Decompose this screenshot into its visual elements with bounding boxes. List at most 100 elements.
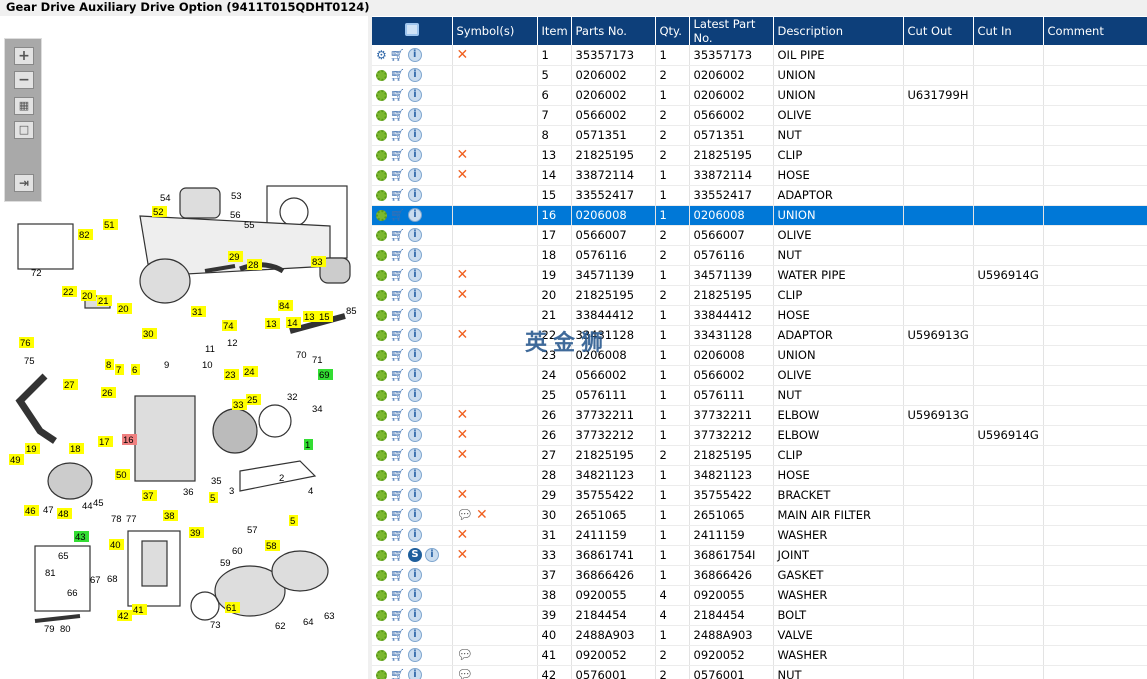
callout-59[interactable]: 59 (220, 558, 231, 569)
callout-66[interactable]: 66 (67, 588, 78, 599)
table-row[interactable]: 🛒︎ i 21 33844412 1 33844412 HOSE (372, 305, 1147, 326)
info-icon[interactable]: i (408, 228, 422, 243)
callout-32[interactable]: 32 (287, 392, 298, 403)
cart-icon[interactable]: 🛒︎ (390, 289, 405, 301)
cart-icon[interactable]: 🛒︎ (390, 589, 405, 601)
callout-7[interactable]: 7 (115, 364, 124, 376)
gear-icon[interactable] (376, 329, 387, 341)
callout-84[interactable]: 84 (278, 300, 293, 312)
callout-20[interactable]: 20 (117, 303, 132, 315)
cart-icon[interactable]: 🛒︎ (390, 629, 405, 641)
callout-20[interactable]: 20 (81, 290, 96, 302)
callout-26[interactable]: 26 (101, 387, 116, 399)
callout-50[interactable]: 50 (115, 469, 130, 481)
table-row[interactable]: 🛒︎ i 6 0206002 1 0206002 UNION U631799H (372, 85, 1147, 106)
table-row[interactable]: 🛒︎ i 23 0206008 1 0206008 UNION (372, 345, 1147, 366)
cart-icon[interactable]: 🛒︎ (390, 129, 405, 141)
callout-31[interactable]: 31 (191, 306, 206, 318)
callout-53[interactable]: 53 (231, 191, 242, 202)
table-row[interactable]: 🛒︎ i 💬︎ 41 0920052 2 0920052 WASHER (372, 645, 1147, 666)
callout-47[interactable]: 47 (43, 505, 54, 516)
callout-67[interactable]: 67 (90, 575, 101, 586)
cart-icon[interactable]: 🛒︎ (390, 369, 405, 381)
info-icon[interactable]: i (408, 328, 422, 343)
callout-4[interactable]: 4 (308, 486, 313, 497)
cart-icon[interactable]: 🛒︎ (390, 229, 405, 241)
callout-13[interactable]: 13 (265, 318, 280, 330)
cart-icon[interactable]: 🛒︎ (390, 209, 405, 221)
callout-28[interactable]: 28 (247, 259, 262, 271)
callout-62[interactable]: 62 (275, 621, 286, 632)
gear-icon[interactable] (376, 509, 387, 521)
column-header[interactable]: Symbol(s) (452, 17, 538, 45)
callout-60[interactable]: 60 (232, 546, 243, 557)
callout-56[interactable]: 56 (230, 210, 241, 221)
callout-5[interactable]: 5 (289, 515, 298, 527)
info-icon[interactable]: i (408, 668, 422, 679)
callout-58[interactable]: 58 (265, 540, 280, 552)
callout-25[interactable]: 25 (246, 394, 261, 406)
callout-68[interactable]: 68 (107, 574, 118, 585)
parts-grid[interactable]: Symbol(s) Item Parts No. Qty. Latest Part No… (372, 17, 1147, 679)
callout-85[interactable]: 85 (346, 306, 357, 317)
info-icon[interactable]: i (408, 308, 422, 323)
info-icon[interactable]: i (408, 368, 422, 383)
gear-icon[interactable] (376, 529, 387, 541)
note-bubble-icon[interactable]: 💬︎ (457, 648, 474, 663)
info-icon[interactable]: i (408, 608, 422, 623)
table-row[interactable]: 🛒︎ i 17 0566007 2 0566007 OLIVE (372, 225, 1147, 246)
column-header[interactable]: Parts No. (571, 17, 656, 45)
info-icon[interactable]: i (408, 428, 422, 443)
cart-icon[interactable]: 🛒︎ (390, 609, 405, 621)
column-header[interactable]: Cut In (973, 17, 1044, 45)
cart-icon[interactable]: 🛒︎ (390, 189, 405, 201)
gear-icon[interactable] (376, 369, 387, 381)
gear-icon[interactable] (376, 209, 387, 221)
info-icon[interactable]: i (408, 508, 422, 523)
table-row[interactable]: 🛒︎ i 25 0576111 1 0576111 NUT (372, 385, 1147, 406)
info-icon[interactable]: i (408, 648, 422, 663)
gear-icon[interactable] (376, 229, 387, 241)
callout-23[interactable]: 23 (224, 369, 239, 381)
info-icon[interactable]: i (425, 548, 439, 563)
table-row[interactable]: 🛒︎ i 💬︎ ✕ 30 2651065 1 2651065 MAIN AIR FILTER (372, 505, 1147, 526)
callout-78[interactable]: 78 (111, 514, 122, 525)
gear-icon[interactable] (376, 109, 387, 121)
gear-icon[interactable] (376, 569, 387, 581)
table-row[interactable]: 🛒︎ i 28 34821123 1 34821123 HOSE (372, 465, 1147, 486)
callout-19[interactable]: 19 (25, 443, 40, 455)
gear-icon[interactable] (376, 649, 387, 661)
info-icon[interactable]: i (408, 568, 422, 583)
search-column-header[interactable] (372, 17, 453, 45)
callout-39[interactable]: 39 (189, 527, 204, 539)
gear-icon[interactable] (376, 69, 387, 81)
cart-icon[interactable]: 🛒︎ (390, 509, 405, 521)
info-icon[interactable]: i (408, 128, 422, 143)
table-row[interactable]: 🛒︎ i ✕ 19 34571139 1 34571139 WATER PIPE U596914… (372, 265, 1147, 286)
cart-icon[interactable]: 🛒︎ (390, 89, 405, 101)
info-icon[interactable]: i (408, 448, 422, 463)
table-row[interactable]: 🛒︎ i 24 0566002 1 0566002 OLIVE (372, 365, 1147, 386)
callout-15[interactable]: 15 (318, 311, 333, 323)
callout-14[interactable]: 14 (286, 317, 301, 329)
callout-79[interactable]: 79 (44, 624, 55, 635)
info-icon[interactable]: i (408, 588, 422, 603)
callout-74[interactable]: 74 (222, 320, 237, 332)
callout-42[interactable]: 42 (117, 610, 132, 622)
info-icon[interactable]: i (408, 408, 422, 423)
gear-icon[interactable] (376, 389, 387, 401)
cart-icon[interactable]: 🛒︎ (390, 249, 405, 261)
callout-81[interactable]: 81 (45, 568, 56, 579)
info-icon[interactable]: i (408, 268, 422, 283)
callout-9[interactable]: 9 (164, 360, 169, 371)
info-icon[interactable]: i (408, 288, 422, 303)
callout-21[interactable]: 21 (97, 295, 112, 307)
table-row[interactable]: 🛒︎ i 40 2488A903 1 2488A903 VALVE (372, 625, 1147, 646)
table-row[interactable]: 🛒︎ i 37 36866426 1 36866426 GASKET (372, 565, 1147, 586)
cart-icon[interactable]: 🛒︎ (390, 389, 405, 401)
callout-10[interactable]: 10 (202, 360, 213, 371)
cart-icon[interactable]: 🛒︎ (390, 109, 405, 121)
info-icon[interactable]: i (408, 108, 422, 123)
cart-icon[interactable]: 🛒︎ (390, 309, 405, 321)
callout-6[interactable]: 6 (131, 364, 140, 376)
